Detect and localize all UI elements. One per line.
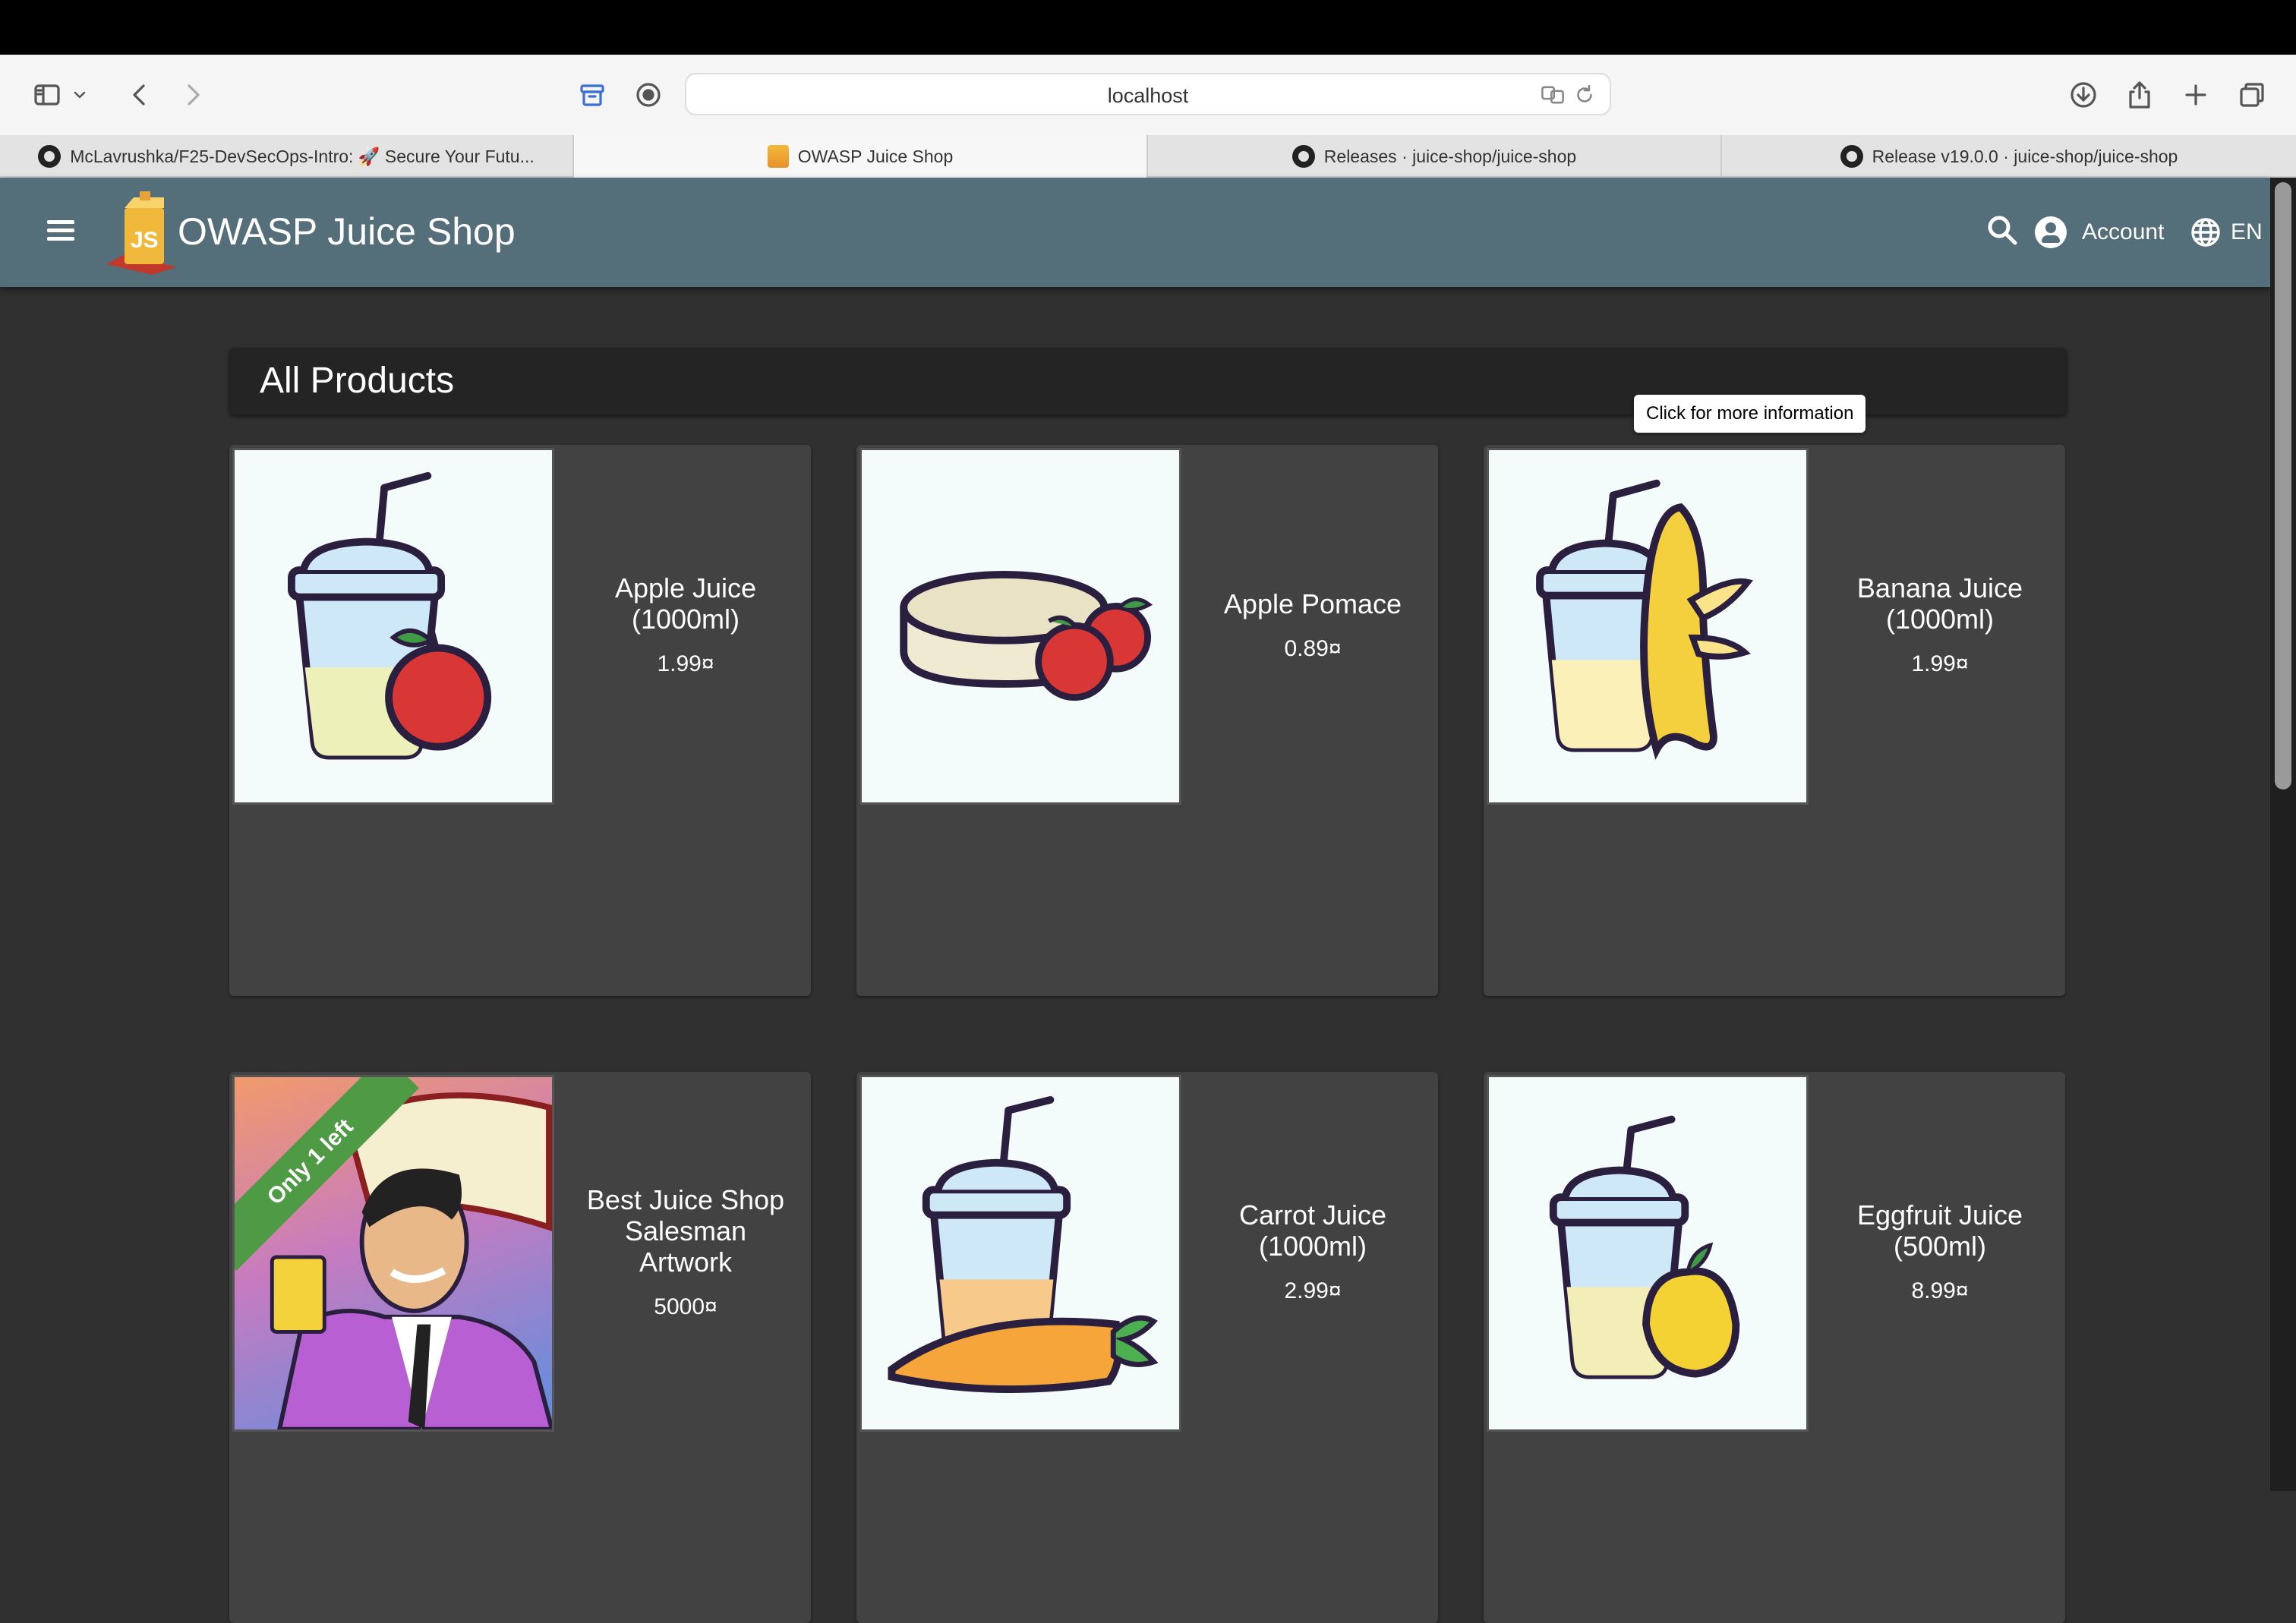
github-icon	[1840, 145, 1863, 168]
svg-text:JS: JS	[131, 228, 159, 253]
product-image[interactable]	[232, 448, 554, 805]
product-price: 5000¤	[654, 1294, 718, 1319]
page-title: All Products	[260, 361, 455, 401]
product-card-carrot-juice[interactable]: Carrot Juice (1000ml) 2.99¤	[856, 1072, 1438, 1623]
tab-github-repo[interactable]: McLavrushka/F25-DevSecOps-Intro: 🚀 Secur…	[0, 135, 574, 178]
product-name: Eggfruit Juice (500ml)	[1856, 1199, 2023, 1262]
juice-shop-favicon	[767, 145, 789, 168]
language-label: EN	[2231, 219, 2263, 244]
archive-icon[interactable]	[571, 74, 613, 116]
product-name: Best Juice Shop Salesman Artwork	[586, 1183, 785, 1278]
tab-label: Release v19.0.0 · juice-shop/juice-shop	[1872, 146, 2178, 166]
url-text: localhost	[1107, 84, 1189, 107]
product-card-apple-juice[interactable]: Apple Juice (1000ml) 1.99¤	[229, 445, 811, 996]
menu-icon[interactable]	[43, 216, 79, 249]
product-info[interactable]: Apple Pomace 0.89¤	[1187, 445, 1438, 805]
tab-label: Releases · juice-shop/juice-shop	[1323, 146, 1577, 166]
tooltip: Click for more information	[1634, 395, 1866, 433]
product-price: 2.99¤	[1284, 1278, 1342, 1303]
language-button[interactable]: EN	[2190, 210, 2263, 255]
new-tab-icon[interactable]	[2175, 74, 2217, 116]
tab-label: McLavrushka/F25-DevSecOps-Intro: 🚀 Secur…	[70, 146, 535, 166]
reload-icon[interactable]	[1572, 82, 1599, 109]
product-image[interactable]	[1487, 1075, 1809, 1432]
address-bar[interactable]: localhost	[685, 73, 1611, 115]
tab-overview-icon[interactable]	[2231, 74, 2273, 116]
product-image[interactable]	[1487, 448, 1809, 805]
product-image[interactable]	[859, 1075, 1181, 1432]
app-header: JS OWASP Juice Shop Account EN	[0, 178, 2270, 287]
forward-icon[interactable]	[172, 74, 214, 116]
product-card-apple-pomace[interactable]: Apple Pomace 0.89¤	[856, 445, 1438, 996]
tab-releases[interactable]: Releases · juice-shop/juice-shop	[1148, 135, 1722, 178]
privacy-icon[interactable]	[627, 74, 670, 116]
account-label: Account	[2082, 219, 2165, 244]
product-name: Carrot Juice (1000ml)	[1238, 1199, 1387, 1262]
github-icon	[1292, 145, 1315, 168]
tab-release-v19[interactable]: Release v19.0.0 · juice-shop/juice-shop	[1722, 135, 2296, 178]
product-price: 8.99¤	[1911, 1278, 1969, 1303]
translate-icon[interactable]	[1540, 82, 1567, 109]
product-name: Apple Juice (1000ml)	[614, 572, 757, 635]
tab-label: OWASP Juice Shop	[797, 146, 954, 166]
globe-icon	[2191, 218, 2220, 247]
juice-shop-logo[interactable]: JS	[103, 191, 179, 275]
tab-juice-shop[interactable]: OWASP Juice Shop	[574, 135, 1148, 178]
search-icon[interactable]	[1985, 213, 2023, 251]
product-price: 1.99¤	[1911, 651, 1969, 676]
scrollbar-thumb[interactable]	[2275, 182, 2291, 789]
app-title[interactable]: OWASP Juice Shop	[178, 210, 516, 254]
product-info[interactable]: Apple Juice (1000ml) 1.99¤	[560, 445, 811, 805]
menu-bar	[0, 0, 2296, 55]
downloads-icon[interactable]	[2062, 74, 2105, 116]
account-button[interactable]: Account	[2035, 210, 2164, 255]
share-icon[interactable]	[2118, 74, 2161, 116]
product-name: Apple Pomace	[1223, 588, 1402, 619]
product-name: Banana Juice (1000ml)	[1856, 572, 2023, 635]
product-info[interactable]: Eggfruit Juice (500ml) 8.99¤	[1815, 1072, 2065, 1432]
product-price: 1.99¤	[657, 651, 714, 676]
chevron-down-icon[interactable]	[68, 74, 91, 116]
product-info[interactable]: Banana Juice (1000ml) 1.99¤	[1815, 445, 2065, 805]
account-circle-icon	[2035, 216, 2067, 248]
tab-bar: McLavrushka/F25-DevSecOps-Intro: 🚀 Secur…	[0, 135, 2296, 178]
product-card-banana-juice[interactable]: Banana Juice (1000ml) 1.99¤	[1484, 445, 2065, 996]
browser-toolbar: localhost	[0, 55, 2296, 135]
product-image[interactable]	[859, 448, 1181, 805]
product-info[interactable]: Best Juice Shop Salesman Artwork 5000¤	[560, 1072, 811, 1432]
back-icon[interactable]	[118, 74, 161, 116]
product-card-eggfruit-juice[interactable]: Eggfruit Juice (500ml) 8.99¤	[1484, 1072, 2065, 1623]
sidebar-toggle-icon[interactable]	[26, 74, 68, 116]
github-icon	[38, 145, 62, 168]
product-price: 0.89¤	[1284, 635, 1342, 661]
product-info[interactable]: Carrot Juice (1000ml) 2.99¤	[1187, 1072, 1438, 1432]
product-image[interactable]: Only 1 left	[232, 1075, 554, 1432]
product-card-salesman-artwork[interactable]: Only 1 left Best Juice Shop Salesman Art…	[229, 1072, 811, 1623]
